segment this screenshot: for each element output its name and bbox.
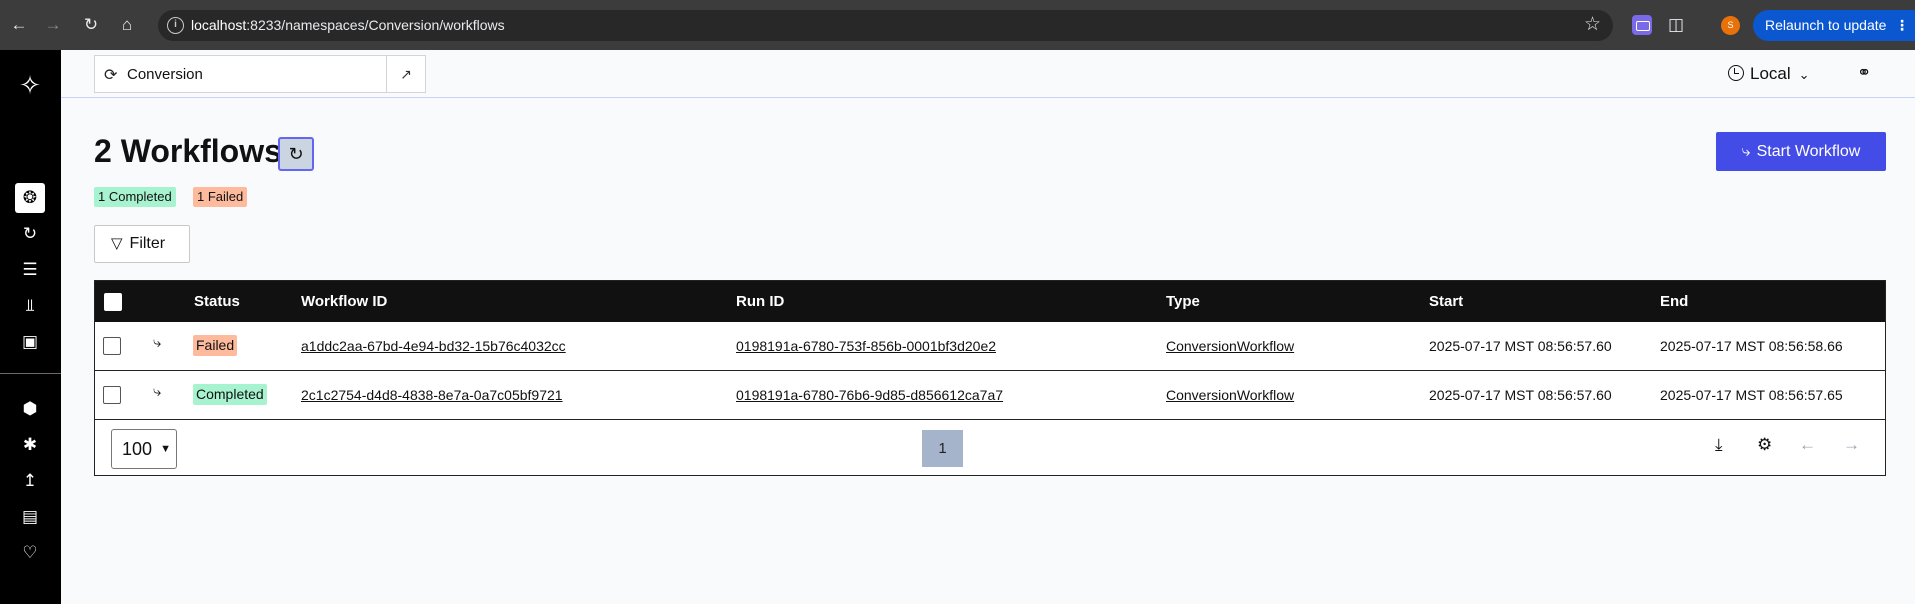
timezone-select[interactable]: Local ⌄ [1728,64,1810,84]
workflows-nav-icon[interactable]: ❂ [15,183,45,213]
import-nav-icon[interactable]: ↥ [15,466,45,496]
deployments-nav-icon[interactable]: ⫫ [15,291,45,321]
sidebar-divider [0,373,61,374]
home-icon[interactable]: ⌂ [116,13,138,37]
end-time: 2025-07-17 MST 08:56:57.65 [1660,387,1843,403]
workflow-id-link[interactable]: a1ddc2aa-67bd-4e94-bd32-15b76c4032cc [301,338,566,354]
schedules-nav-icon[interactable]: ↻ [15,219,45,249]
back-icon[interactable]: ← [8,13,30,37]
reload-icon[interactable]: ↻ [80,13,102,37]
run-id-link[interactable]: 0198191a-6780-753f-856b-0001bf3d20e2 [736,338,996,354]
select-all-checkbox[interactable] [104,293,122,311]
workflow-id-link[interactable]: 2c1c2754-d4d8-4838-8e7a-0a7c05bf9721 [301,387,563,403]
row-checkbox[interactable] [103,386,121,404]
site-info-icon[interactable]: i [167,17,184,34]
next-page-icon[interactable]: → [1843,435,1860,455]
header-status: Status [194,293,240,310]
header-end: End [1660,293,1689,310]
header-workflow-id: Workflow ID [301,293,388,310]
sidebar: ✧ ❂ ↻ ☰ ⫫ ▣ ⬢ ✱ ↥ ▤ ♡ [0,50,61,604]
relaunch-label: Relaunch to update [1765,17,1887,33]
clock-icon [1728,65,1744,81]
namespace-select[interactable]: ⟳ Conversion [94,55,387,93]
namespaces-nav-icon[interactable]: ⬢ [15,394,45,424]
namespace-icon: ⟳ [104,67,118,84]
workflow-type-link[interactable]: ConversionWorkflow [1166,387,1294,403]
view-toggle-icon[interactable]: ⚭ [1857,63,1871,83]
page-number-button[interactable]: 1 [922,430,963,467]
workflow-type-link[interactable]: ConversionWorkflow [1166,338,1294,354]
refresh-icon: ↻ [288,144,304,164]
timezone-label: Local [1750,64,1791,83]
start-time: 2025-07-17 MST 08:56:57.60 [1429,338,1612,354]
table-header: Status Workflow ID Run ID Type Start End [95,281,1885,322]
run-id-link[interactable]: 0198191a-6780-76b6-9d85-d856612ca7a7 [736,387,1003,403]
end-time: 2025-07-17 MST 08:56:58.66 [1660,338,1843,354]
header-run-id: Run ID [736,293,785,310]
table-row[interactable]: ⤷ Failed a1ddc2aa-67bd-4e94-bd32-15b76c4… [95,322,1885,371]
address-bar[interactable]: i localhost:8233/namespaces/Conversion/w… [158,10,1613,41]
page-title: 2 Workflows [94,133,282,169]
url-host: localhost [191,17,247,33]
nexus-nav-icon[interactable]: ✱ [15,430,45,460]
chevron-down-icon: ⌄ [1798,67,1810,82]
filter-button[interactable]: ▽ Filter [94,225,190,263]
profile-avatar[interactable]: S [1721,16,1740,35]
header-type: Type [1166,293,1200,310]
start-workflow-label: Start Workflow [1756,143,1861,160]
relaunch-button[interactable]: Relaunch to update ⋮ [1753,10,1915,41]
namespace-label: Conversion [127,66,203,83]
download-icon[interactable]: ⤓ [1715,435,1723,455]
workflows-table: Status Workflow ID Run ID Type Start End… [94,280,1886,476]
more-menu-icon[interactable]: ⋮ [1895,10,1909,41]
page-size-value: 100 [122,439,153,459]
status-badge: Completed [193,384,267,405]
browser-toolbar: ← → ↻ ⌂ i localhost:8233/namespaces/Conv… [0,0,1915,50]
docs-nav-icon[interactable]: ▤ [15,502,45,532]
batch-nav-icon[interactable]: ☰ [15,255,45,285]
settings-gear-icon[interactable]: ⚙ [1757,435,1772,455]
external-link-icon[interactable]: ↗ [386,55,426,93]
bolt-icon: ⤷ [153,334,162,351]
row-checkbox[interactable] [103,337,121,355]
archive-nav-icon[interactable]: ▣ [15,327,45,357]
header-start: Start [1429,293,1464,310]
failed-count-badge: 1 Failed [193,187,248,207]
bookmark-star-icon[interactable]: ☆ [1584,13,1601,36]
url-text[interactable]: localhost:8233/namespaces/Conversion/wor… [191,17,505,33]
extension-icon[interactable] [1632,15,1652,35]
previous-page-icon[interactable]: ← [1799,435,1816,455]
status-badge: Failed [193,335,238,356]
pagination-bar: 100 ▼ 1 ⤓ ⚙ ← → [95,420,1885,476]
chevron-down-icon: ▼ [160,443,171,455]
bolt-icon: ⤷ [1741,143,1751,160]
start-workflow-button[interactable]: ⤷ Start Workflow [1716,132,1886,171]
table-row[interactable]: ⤷ Completed 2c1c2754-d4d8-4838-8e7a-0a7c… [95,371,1885,420]
extensions-puzzle-icon[interactable]: ◫ [1668,15,1688,35]
page-size-select[interactable]: 100 ▼ [111,429,177,469]
temporal-logo-icon[interactable]: ✧ [17,72,43,98]
start-time: 2025-07-17 MST 08:56:57.60 [1429,387,1612,403]
url-path: :8233/namespaces/Conversion/workflows [246,17,505,33]
refresh-button[interactable]: ↻ [278,137,314,171]
filter-icon: ▽ [111,235,123,252]
forward-icon[interactable]: → [42,13,64,37]
completed-count-badge: 1 Completed [94,187,176,207]
filter-label: Filter [129,235,166,252]
feedback-heart-icon[interactable]: ♡ [15,538,45,568]
bolt-icon: ⤷ [153,383,162,400]
app-header: ⟳ Conversion ↗ Local ⌄ ⚭ [61,50,1915,98]
